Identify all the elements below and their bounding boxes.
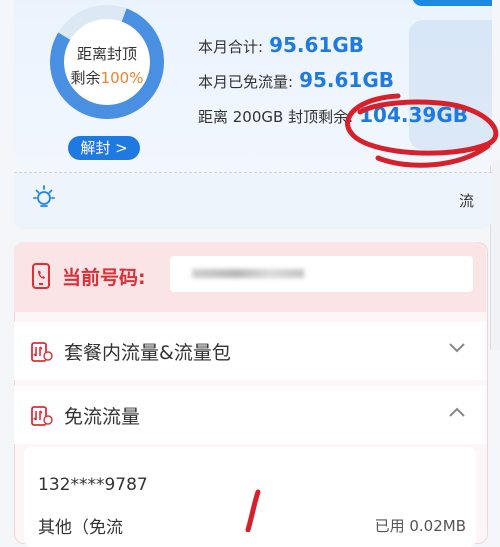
cap-remaining-row: 距离 200GB 封顶剩余: 104.39GB	[198, 103, 468, 127]
unlock-button[interactable]: 解封 >	[68, 136, 140, 160]
blurred-number	[192, 269, 304, 278]
card-decoration	[409, 20, 492, 150]
current-number-label: 当前号码:	[62, 267, 146, 289]
month-free-label: 本月已免流量:	[198, 73, 294, 91]
ring-label: 距离封顶 剩余100%	[62, 42, 152, 90]
free-data-icon	[31, 406, 53, 426]
detail-used: 已用 0.02MB	[374, 517, 466, 535]
chevron-right-icon: >	[115, 139, 128, 157]
accordion-package-data[interactable]: 套餐内流量&流量包	[14, 322, 486, 380]
month-total-value: 95.61GB	[269, 33, 364, 57]
detail-type: 其他（免流	[38, 518, 123, 538]
cap-remaining-label: 距离 200GB 封顶剩余:	[198, 108, 354, 126]
accordion-free-data[interactable]: 免流流量	[14, 386, 486, 444]
data-package-icon	[31, 342, 53, 362]
unlock-button-label: 解封	[80, 139, 111, 157]
ring-label-line1: 距离封顶	[76, 45, 137, 63]
ring-label-line2: 剩余100%	[70, 69, 144, 87]
chevron-down-icon	[449, 343, 465, 353]
month-free-value: 95.61GB	[299, 68, 394, 92]
month-free-row: 本月已免流量: 95.61GB	[198, 68, 394, 92]
lightbulb-icon	[33, 185, 55, 207]
accordion-package-title: 套餐内流量&流量包	[64, 342, 231, 364]
chevron-up-icon	[449, 407, 465, 417]
month-total-label: 本月合计:	[198, 38, 264, 56]
cap-remaining-value: 104.39GB	[359, 103, 468, 127]
phone-icon	[32, 263, 50, 289]
month-total-row: 本月合计: 95.61GB	[198, 33, 364, 57]
detail-number: 132****9787	[38, 475, 148, 495]
ring-percent: 100%	[100, 69, 144, 87]
red-pen-mark	[245, 489, 261, 532]
tip-bar[interactable]	[14, 172, 492, 229]
accordion-free-title: 免流流量	[64, 406, 141, 428]
tip-text: 流	[459, 192, 475, 210]
top-tab-button[interactable]	[412, 0, 492, 6]
current-number-field[interactable]	[170, 256, 473, 292]
